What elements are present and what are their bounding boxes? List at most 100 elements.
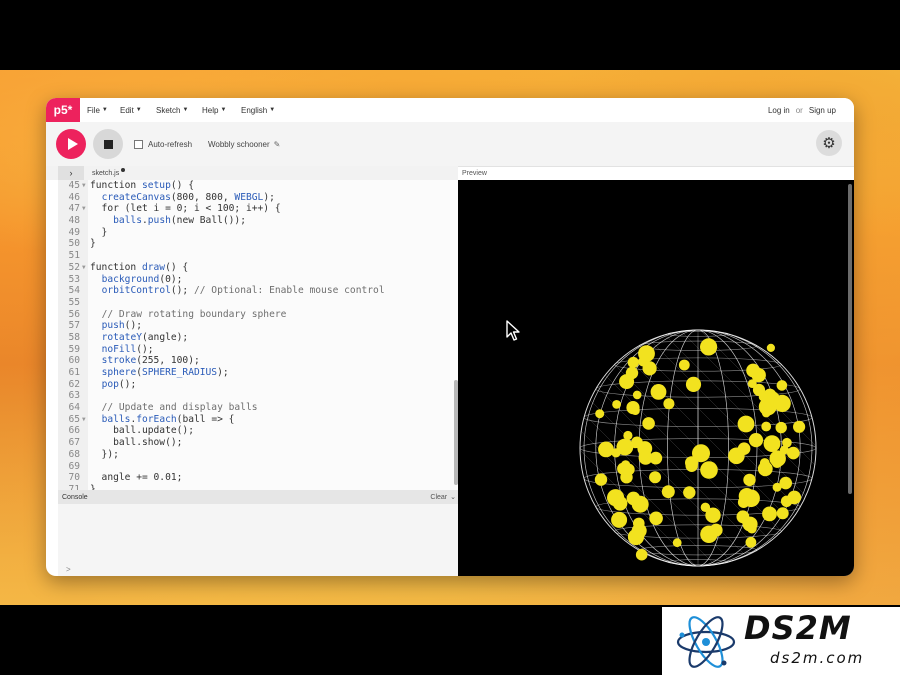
- line-code: ball.show();: [90, 437, 183, 449]
- yellow-ball: [630, 440, 640, 449]
- code-line[interactable]: 60 stroke(255, 100);: [58, 355, 385, 367]
- yellow-ball: [649, 511, 663, 526]
- expand-sidebar-button[interactable]: ›: [58, 166, 84, 180]
- yellow-ball: [607, 489, 625, 507]
- watermark-url: ds2m.com: [770, 649, 865, 667]
- line-code: ball.update();: [90, 425, 194, 437]
- code-line[interactable]: 61 sphere(SPHERE_RADIUS);: [58, 367, 385, 379]
- yellow-ball: [745, 536, 757, 548]
- menu-file[interactable]: File ▼: [87, 98, 108, 122]
- settings-button[interactable]: ⚙: [816, 130, 842, 156]
- line-code: for (let i = 0; i < 100; i++) {: [90, 203, 281, 215]
- line-number: 51: [68, 250, 80, 262]
- code-line[interactable]: 68 });: [58, 449, 385, 461]
- line-number: 62: [68, 378, 80, 390]
- code-line[interactable]: 62 pop();: [58, 379, 385, 391]
- menu-language[interactable]: English ▼: [241, 98, 275, 122]
- yellow-ball: [611, 511, 628, 528]
- line-code: orbitControl(); // Optional: Enable mous…: [101, 285, 385, 297]
- file-tab-bar: › sketch.js: [46, 166, 458, 180]
- toolbar: Auto-refresh Wobbly schooner ✎ ⚙: [46, 122, 854, 167]
- line-number: 49: [68, 226, 80, 238]
- yellow-ball: [594, 473, 608, 486]
- pencil-icon[interactable]: ✎: [274, 140, 281, 149]
- line-number: 69: [68, 460, 80, 472]
- code-line[interactable]: 69: [58, 461, 385, 473]
- auth-separator: or: [795, 105, 803, 115]
- code-line[interactable]: 53 background(0);: [58, 274, 385, 286]
- auto-refresh-label: Auto-refresh: [148, 139, 193, 149]
- yellow-ball: [780, 495, 793, 507]
- login-link[interactable]: Log in: [768, 106, 790, 115]
- yellow-ball: [779, 476, 792, 490]
- code-editor[interactable]: 45 ▼ function setup() {46 createCanvas(800…: [58, 180, 460, 490]
- yellow-ball: [763, 435, 781, 452]
- yellow-ball: [642, 361, 657, 376]
- line-number: 61: [68, 367, 80, 378]
- console-clear-button[interactable]: Clear ⌄: [430, 490, 456, 504]
- menu-bar: p5* File ▼ Edit ▼ Sketch ▼ Help ▼ English ▼ L…: [46, 98, 854, 123]
- yellow-ball: [737, 496, 750, 509]
- line-code: function setup() {: [90, 180, 194, 191]
- code-line[interactable]: 67 ball.show();: [58, 437, 385, 449]
- menu-help[interactable]: Help ▼: [202, 98, 226, 122]
- code-line[interactable]: 47 ▼ for (let i = 0; i < 100; i++) {: [58, 203, 385, 215]
- chevron-down-icon: ▼: [269, 107, 276, 113]
- code-line[interactable]: 63: [58, 390, 385, 402]
- line-number: 58: [68, 331, 80, 343]
- code-line[interactable]: 49 }: [58, 227, 385, 239]
- console-output[interactable]: >: [58, 504, 460, 576]
- stop-button[interactable]: [93, 129, 123, 159]
- chevron-down-icon[interactable]: ⌄: [450, 493, 456, 501]
- code-line[interactable]: 70 angle += 0.01;: [58, 472, 385, 484]
- code-line[interactable]: 50}: [58, 238, 385, 250]
- code-line[interactable]: 54 orbitControl(); // Optional: Enable m…: [58, 285, 385, 297]
- line-code: background(0);: [101, 273, 183, 285]
- menu-sketch[interactable]: Sketch ▼: [156, 98, 188, 122]
- preview-scrollbar[interactable]: [848, 184, 852, 494]
- signup-link[interactable]: Sign up: [809, 106, 836, 115]
- line-number: 68: [68, 448, 80, 460]
- code-line[interactable]: 56 // Draw rotating boundary sphere: [58, 309, 385, 321]
- line-number: 70: [68, 472, 80, 484]
- line-code: createCanvas(800, 800, WEBGL);: [101, 191, 275, 203]
- code-lines[interactable]: 45 ▼ function setup() {46 createCanvas(800…: [58, 180, 385, 490]
- play-button[interactable]: [56, 129, 86, 159]
- code-line[interactable]: 48 balls.push(new Ball());: [58, 215, 385, 227]
- yellow-ball: [759, 401, 772, 414]
- yellow-ball: [742, 516, 758, 532]
- code-line[interactable]: 52 ▼ function draw() {: [58, 262, 385, 274]
- chevron-down-icon: ▼: [101, 107, 108, 113]
- yellow-ball: [746, 363, 760, 378]
- preview-label: Preview: [462, 169, 487, 177]
- code-line[interactable]: 58 rotateY(angle);: [58, 332, 385, 344]
- yellow-ball: [678, 359, 690, 371]
- code-line[interactable]: 57 push();: [58, 320, 385, 332]
- line-code: stroke(255, 100);: [101, 355, 200, 367]
- file-tab-sketch[interactable]: sketch.js: [92, 166, 126, 180]
- yellow-ball: [627, 356, 639, 369]
- atom-logo-icon: [676, 616, 736, 668]
- code-line[interactable]: 51: [58, 250, 385, 262]
- yellow-ball: [612, 400, 621, 409]
- yellow-ball: [672, 538, 682, 548]
- line-number: 55: [68, 296, 80, 308]
- code-line[interactable]: 65 ▼ balls.forEach(ball => {: [58, 414, 385, 426]
- sketch-name[interactable]: Wobbly schooner ✎: [208, 136, 280, 152]
- p5-logo[interactable]: p5*: [46, 98, 80, 122]
- code-line[interactable]: 46 createCanvas(800, 800, WEBGL);: [58, 192, 385, 204]
- yellow-ball: [766, 343, 775, 352]
- yellow-ball: [793, 420, 806, 433]
- menu-edit[interactable]: Edit ▼: [120, 98, 142, 122]
- code-line[interactable]: 59 noFill();: [58, 344, 385, 356]
- auto-refresh-checkbox[interactable]: [134, 139, 143, 149]
- line-code: sphere(SPHERE_RADIUS);: [101, 367, 229, 378]
- sketch-preview-canvas[interactable]: [458, 180, 854, 576]
- yellow-ball: [776, 380, 788, 391]
- code-line[interactable]: 45 ▼ function setup() {: [58, 180, 385, 192]
- line-code: balls.push(new Ball());: [113, 215, 246, 227]
- code-line[interactable]: 55: [58, 297, 385, 309]
- auto-refresh-toggle[interactable]: Auto-refresh: [134, 136, 192, 152]
- code-line[interactable]: 66 ball.update();: [58, 425, 385, 437]
- code-line[interactable]: 64 // Update and display balls: [58, 402, 385, 414]
